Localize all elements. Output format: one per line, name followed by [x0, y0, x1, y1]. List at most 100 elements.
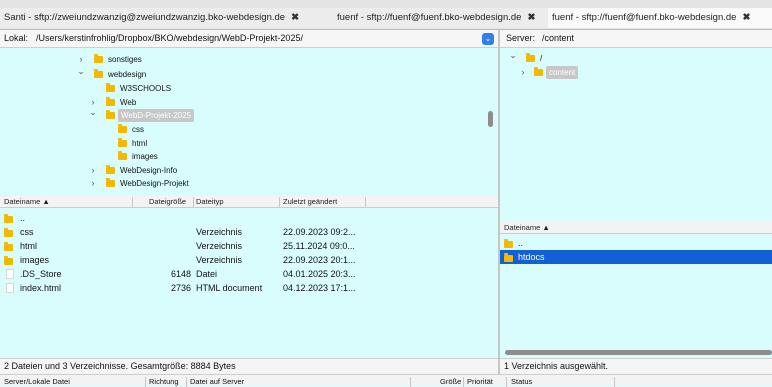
column-separator[interactable] [365, 197, 366, 207]
folder-icon [118, 151, 127, 160]
list-item[interactable]: images Verzeichnis 22.09.2023 20:1... [0, 253, 498, 267]
file-name: htdocs [518, 252, 545, 262]
local-path-input[interactable]: /Users/kerstinfrohlig/Dropbox/BKO/webdes… [36, 33, 303, 43]
list-item[interactable]: css Verzeichnis 22.09.2023 09:2... [0, 225, 498, 239]
col-dateigroesse[interactable]: Dateigröße [149, 197, 186, 206]
file-name: .. [518, 238, 524, 248]
list-item-selected[interactable]: htdocs [500, 250, 772, 264]
list-item[interactable]: .. [500, 236, 772, 250]
remote-path-input[interactable]: /content [542, 33, 574, 43]
tab-fuenf-1[interactable]: fuenf - sftp://fuenf@fuenf.bko-webdesign… [333, 8, 556, 28]
folder-icon [4, 242, 13, 251]
col-dateiname[interactable]: Dateiname ▲ [504, 223, 550, 232]
chevron-right-icon[interactable]: › [88, 164, 98, 177]
chevron-right-icon[interactable]: › [88, 177, 98, 190]
close-icon[interactable]: ✖ [742, 12, 750, 23]
file-modified: 04.01.2025 20:3... [283, 269, 356, 279]
file-type: Datei [196, 269, 218, 279]
file-modified: 22.09.2023 20:1... [283, 255, 356, 265]
col-groesse[interactable]: Größe [440, 377, 461, 386]
folder-icon [534, 67, 543, 76]
folder-icon [106, 83, 115, 92]
col-richtung[interactable]: Richtung [149, 377, 179, 386]
file-name: .. [20, 213, 26, 223]
col-dateiname[interactable]: Dateiname ▲ [4, 197, 50, 206]
col-status[interactable]: Status [511, 377, 532, 386]
local-file-list: .. css Verzeichnis 22.09.2023 09:2... ht… [0, 209, 498, 357]
file-type: Verzeichnis [196, 241, 243, 251]
local-status-bar: 2 Dateien und 3 Verzeichnisse. Gesamtgrö… [0, 358, 498, 373]
folder-icon [118, 138, 127, 147]
chevron-down-icon[interactable]: ⌄ [88, 106, 98, 119]
remote-list-header: Dateiname ▲ [500, 222, 772, 234]
file-name: index.html [20, 283, 62, 293]
remote-status-bar: 1 Verzeichnis ausgewählt. [500, 358, 772, 373]
file-name: css [20, 227, 34, 237]
file-size: 2736 [170, 283, 191, 293]
remote-path-label: Server: [506, 33, 536, 43]
remote-path-bar: Server: /content [500, 30, 772, 48]
col-server-lokale-datei[interactable]: Server/Lokale Datei [4, 377, 70, 386]
file-modified: 04.12.2023 17:1... [283, 283, 356, 293]
tree-label: Web [120, 98, 137, 107]
column-separator[interactable] [132, 197, 133, 207]
tree-label-selected: WebD-Projekt-2025 [118, 109, 195, 122]
tab-label: Santi - sftp://zweiundzwanzig@zweiundzwa… [4, 12, 286, 23]
tree-label: html [132, 139, 148, 148]
remote-tree: ⌄ / › content [500, 49, 772, 217]
col-label: Dateiname [504, 223, 541, 232]
column-separator[interactable] [193, 197, 194, 207]
folder-icon [106, 110, 115, 119]
chevron-down-icon[interactable]: ⌄ [76, 65, 86, 78]
file-type: HTML document [196, 283, 263, 293]
file-name: images [20, 255, 50, 265]
local-path-label: Lokal: [4, 33, 29, 43]
tab-santi[interactable]: Santi - sftp://zweiundzwanzig@zweiundzwa… [0, 8, 341, 28]
folder-icon [4, 256, 13, 265]
close-icon[interactable]: ✖ [291, 12, 299, 23]
tree-label: webdesign [108, 70, 147, 79]
chevron-right-icon[interactable]: › [518, 66, 528, 79]
tab-fuenf-2[interactable]: fuenf - sftp://fuenf@fuenf.bko-webdesign… [548, 8, 772, 28]
close-icon[interactable]: ✖ [527, 12, 535, 23]
folder-icon [504, 253, 513, 262]
file-name: html [20, 241, 38, 251]
col-label: Dateiname [4, 197, 41, 206]
folder-icon [504, 239, 513, 248]
file-type: Verzeichnis [196, 255, 243, 265]
tab-label: fuenf - sftp://fuenf@fuenf.bko-webdesign… [552, 12, 737, 23]
col-datei-auf-server[interactable]: Datei auf Server [190, 377, 244, 386]
chevron-down-icon[interactable]: ⌄ [508, 49, 518, 62]
remote-list-scrollbar[interactable] [505, 350, 772, 355]
list-item[interactable]: .DS_Store 6148 Datei 04.01.2025 20:3... [0, 267, 498, 281]
tree-label: css [132, 125, 144, 134]
col-dateityp[interactable]: Dateityp [196, 197, 224, 206]
file-modified: 25.11.2024 09:0... [283, 241, 355, 251]
tree-label: sonstiges [108, 55, 142, 64]
tree-label: WebDesign-Projekt [120, 179, 189, 188]
remote-file-list: .. htdocs [500, 235, 772, 345]
sort-ascending-icon: ▲ [42, 197, 50, 206]
folder-icon [4, 228, 13, 237]
col-zuletzt-geaendert[interactable]: Zuletzt geändert [283, 197, 337, 206]
folder-icon [4, 214, 13, 223]
col-prioritaet[interactable]: Priorität [467, 377, 493, 386]
chevron-down-icon[interactable]: ⌄ [482, 33, 494, 45]
tree-label: W3SCHOOLS [120, 84, 172, 93]
tab-label: fuenf - sftp://fuenf@fuenf.bko-webdesign… [337, 12, 522, 23]
list-item[interactable]: html Verzeichnis 25.11.2024 09:0... [0, 239, 498, 253]
list-item[interactable]: index.html 2736 HTML document 04.12.2023… [0, 281, 498, 295]
tree-label: WebDesign-Info [120, 166, 178, 175]
local-tree-scrollbar[interactable] [488, 111, 493, 127]
file-type: Verzeichnis [196, 227, 243, 237]
tree-label: images [132, 152, 158, 161]
column-separator[interactable] [279, 197, 280, 207]
local-tree: › sonstiges ⌄ webdesign W3SCHOOLS › Web … [0, 49, 498, 195]
folder-icon [106, 178, 115, 187]
list-item[interactable]: .. [0, 211, 498, 225]
folder-icon [526, 53, 535, 62]
file-size: 6148 [170, 269, 191, 279]
folder-icon [106, 97, 115, 106]
local-list-header: Dateiname ▲ Dateigröße Dateityp Zuletzt … [0, 196, 498, 208]
folder-icon [94, 54, 103, 63]
